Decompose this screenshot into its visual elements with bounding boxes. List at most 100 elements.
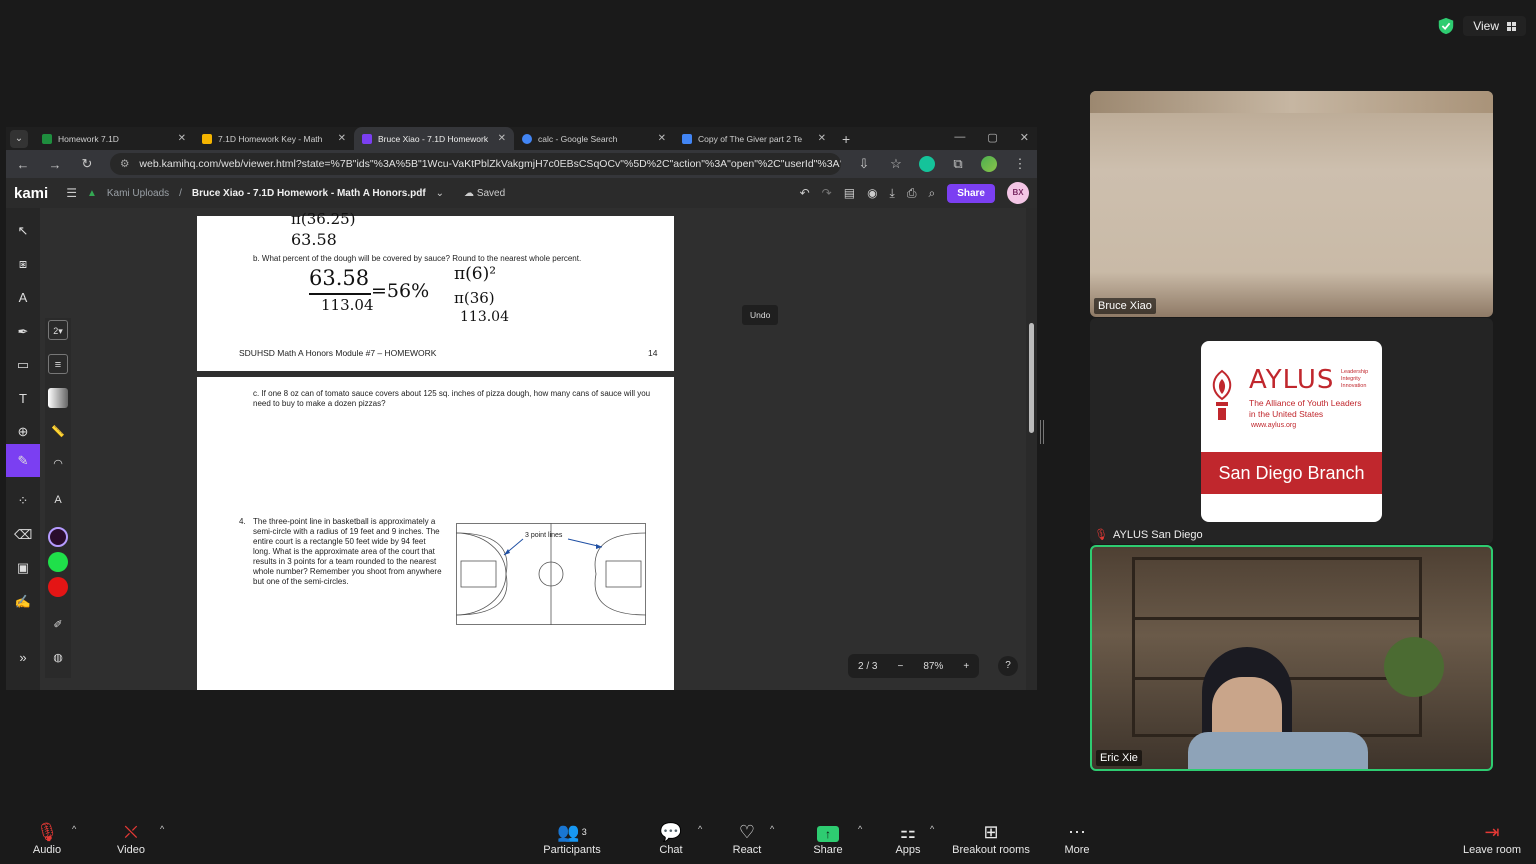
browser-tab[interactable]: Homework 7.1D ✕ [34,127,194,150]
apps-options-chevron-icon[interactable]: ^ [930,824,934,834]
video-button[interactable]: ⛌ Video [112,820,150,856]
chevron-down-icon[interactable]: ⌄ [436,188,444,199]
share-screen-button[interactable]: ↑ Share [812,820,844,856]
breadcrumb-root[interactable]: Kami Uploads [107,188,169,199]
breakout-rooms-button[interactable]: ⊞ Breakout rooms [950,820,1032,856]
page-indicator[interactable]: 2 / 3 [848,661,887,672]
tab-favicon [362,133,372,144]
share-options-chevron-icon[interactable]: ^ [858,824,862,834]
tab-search-icon[interactable]: ⌄ [10,130,28,148]
site-settings-icon[interactable]: ⚙ [120,158,129,170]
zoom-level[interactable]: 87% [913,661,953,672]
reload-icon[interactable]: ↻ [78,156,96,172]
help-button[interactable]: ? [998,656,1018,676]
file-name[interactable]: Bruce Xiao - 7.1D Homework - Math A Hono… [192,188,426,199]
video-tile-bruce[interactable]: Bruce Xiao [1090,91,1493,317]
drawing-tool-icon[interactable]: ✎ [6,444,40,477]
shapes-tool-icon[interactable]: ⁘ [14,492,32,510]
react-options-chevron-icon[interactable]: ^ [770,824,774,834]
stroke-size-select[interactable]: 2▾ [48,320,68,340]
new-tab-icon[interactable]: + [842,131,850,147]
zoom-in-icon[interactable]: + [953,661,979,672]
ruler-icon[interactable]: 📏 [48,422,68,442]
video-options-chevron-icon[interactable]: ^ [160,824,164,834]
browser-tab[interactable]: calc - Google Search ✕ [514,127,674,150]
apps-button[interactable]: ⚏ Apps [893,820,923,856]
select-tool-icon[interactable]: ↖ [14,222,32,240]
palette-icon[interactable]: ◍ [48,648,68,668]
tab-close-icon[interactable]: ✕ [818,133,826,144]
address-bar[interactable]: ⚙ web.kamihq.com/web/viewer.html?state=%… [110,153,841,175]
profile-avatar-icon[interactable] [981,156,997,172]
text-tool-icon[interactable]: T [14,390,32,408]
view-button[interactable]: View [1463,16,1526,36]
install-app-icon[interactable]: ⇩ [855,156,873,172]
scrollbar-thumb[interactable] [1029,323,1034,433]
chat-icon: 💬 [659,822,683,842]
zoom-out-icon[interactable]: − [887,661,913,672]
eyedropper-icon[interactable]: ✐ [48,615,68,635]
user-avatar[interactable]: BX [1007,182,1029,204]
video-tile-aylus[interactable]: AYLUS Leadership Integrity Innovation The … [1090,318,1493,544]
tab-close-icon[interactable]: ✕ [498,133,506,144]
handwriting-result: =56% [371,280,430,302]
signature-tool-icon[interactable]: ✍ [14,593,32,611]
chat-button[interactable]: 💬 Chat [656,820,686,856]
maximize-icon[interactable]: ▢ [987,131,997,144]
browser-tab[interactable]: 7.1D Homework Key - Math ✕ [194,127,354,150]
protractor-icon[interactable]: ◠ [48,454,68,474]
browser-tab[interactable]: Copy of The Giver part 2 Te ✕ [674,127,834,150]
text-recognition-icon[interactable]: ⧆ [14,255,32,273]
image-tool-icon[interactable]: ▣ [14,559,32,577]
opacity-icon[interactable] [48,388,68,408]
kami-tool-sidebar: ↖ ⧆ A ✒ ▭ T ⊕ ✎ ⁘ ⌫ ▣ ✍ » [6,208,40,690]
kami-logo[interactable]: kami [14,185,48,202]
print-icon[interactable]: ⎙ [907,186,917,201]
color-swatch-red[interactable] [48,577,68,597]
redo-icon[interactable]: ↷ [822,186,832,200]
outline-icon[interactable]: ☰ [66,186,77,200]
minimize-icon[interactable]: — [954,131,965,144]
comment-tool-icon[interactable]: ▭ [14,356,32,374]
color-swatch-dark[interactable] [48,527,68,547]
react-button[interactable]: ♡ React [730,820,764,856]
tab-close-icon[interactable]: ✕ [658,133,666,144]
participants-icon: 👥 3 [557,822,587,842]
line-style-icon[interactable]: ≡ [48,354,68,374]
expand-sidebar-icon[interactable]: » [14,649,32,667]
share-button[interactable]: Share [947,183,995,203]
undo-icon[interactable]: ↶ [800,186,810,200]
participant-name: Bruce Xiao [1094,298,1156,314]
close-window-icon[interactable]: ✕ [1020,131,1029,144]
eye-icon[interactable]: ◉ [867,186,877,200]
participants-button[interactable]: 👥 3 Participants [540,820,604,856]
audio-button[interactable]: 🎙 Audio [28,820,66,856]
document-icon[interactable]: ▤ [844,186,855,200]
back-icon[interactable]: ← [14,157,32,172]
forward-icon[interactable]: → [46,157,64,172]
text-to-speech-icon[interactable]: A [14,289,32,307]
video-tile-eric[interactable]: Eric Xie [1090,545,1493,771]
more-button[interactable]: ⋯ More [1062,820,1092,856]
extensions-puzzle-icon[interactable]: ⧉ [949,156,967,172]
chat-options-chevron-icon[interactable]: ^ [698,824,702,834]
markup-tool-icon[interactable]: ✒ [14,323,32,341]
scrollbar[interactable] [1026,208,1037,690]
browser-menu-icon[interactable]: ⋮ [1011,156,1029,172]
bookmark-star-icon[interactable]: ☆ [887,156,905,172]
equation-tool-icon[interactable]: ⊕ [14,423,32,441]
grammarly-extension-icon[interactable] [919,156,935,172]
leave-room-button[interactable]: ⇥ Leave room [1460,820,1524,856]
download-icon[interactable]: ⤓ [890,186,895,201]
browser-tab-active[interactable]: Bruce Xiao - 7.1D Homework ✕ [354,127,514,150]
panel-resize-handle[interactable] [1040,420,1044,444]
security-shield-icon[interactable] [1437,17,1455,35]
tab-close-icon[interactable]: ✕ [178,133,186,144]
audio-options-chevron-icon[interactable]: ^ [72,824,76,834]
color-swatch-green[interactable] [48,552,68,572]
eraser-tool-icon[interactable]: ⌫ [14,526,32,544]
search-icon[interactable]: ⌕ [928,186,935,201]
question-4: The three-point line in basketball is ap… [253,517,442,586]
font-icon[interactable]: A [48,490,68,510]
tab-close-icon[interactable]: ✕ [338,133,346,144]
